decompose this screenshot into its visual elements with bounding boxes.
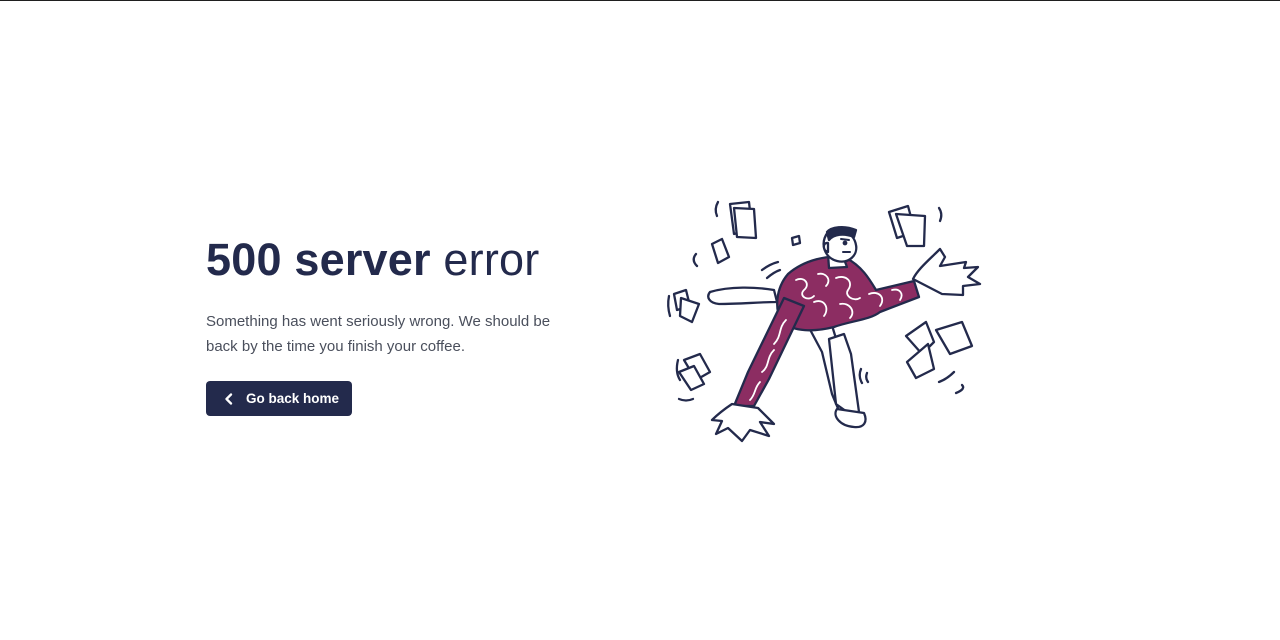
paper-icon — [677, 352, 712, 392]
error-code: 500 server — [206, 234, 431, 285]
person-left-hand — [707, 286, 779, 306]
person-legs — [804, 317, 867, 429]
person-bottom-hand — [710, 402, 776, 443]
error-title: 500 server error — [206, 233, 586, 287]
go-back-home-button[interactable]: Go back home — [206, 381, 353, 416]
person-right-hand — [911, 247, 982, 297]
error-illustration — [664, 194, 984, 454]
paper-icon — [887, 204, 927, 248]
error-word: error — [443, 234, 540, 285]
paper-icon — [672, 288, 701, 324]
person-right-arm — [732, 296, 806, 408]
chevron-left-icon — [224, 392, 234, 405]
error-content: 500 server error Something has went seri… — [206, 233, 586, 416]
paper-icon — [710, 237, 731, 265]
paper-icon — [934, 320, 974, 356]
go-back-home-label: Go back home — [246, 391, 340, 406]
error-description: Something has went seriously wrong. We s… — [206, 313, 551, 355]
paper-icon — [904, 320, 936, 380]
illustration-svg — [667, 200, 982, 443]
person-ear — [822, 241, 830, 254]
paper-icon — [790, 234, 802, 247]
paper-icon — [728, 200, 758, 240]
